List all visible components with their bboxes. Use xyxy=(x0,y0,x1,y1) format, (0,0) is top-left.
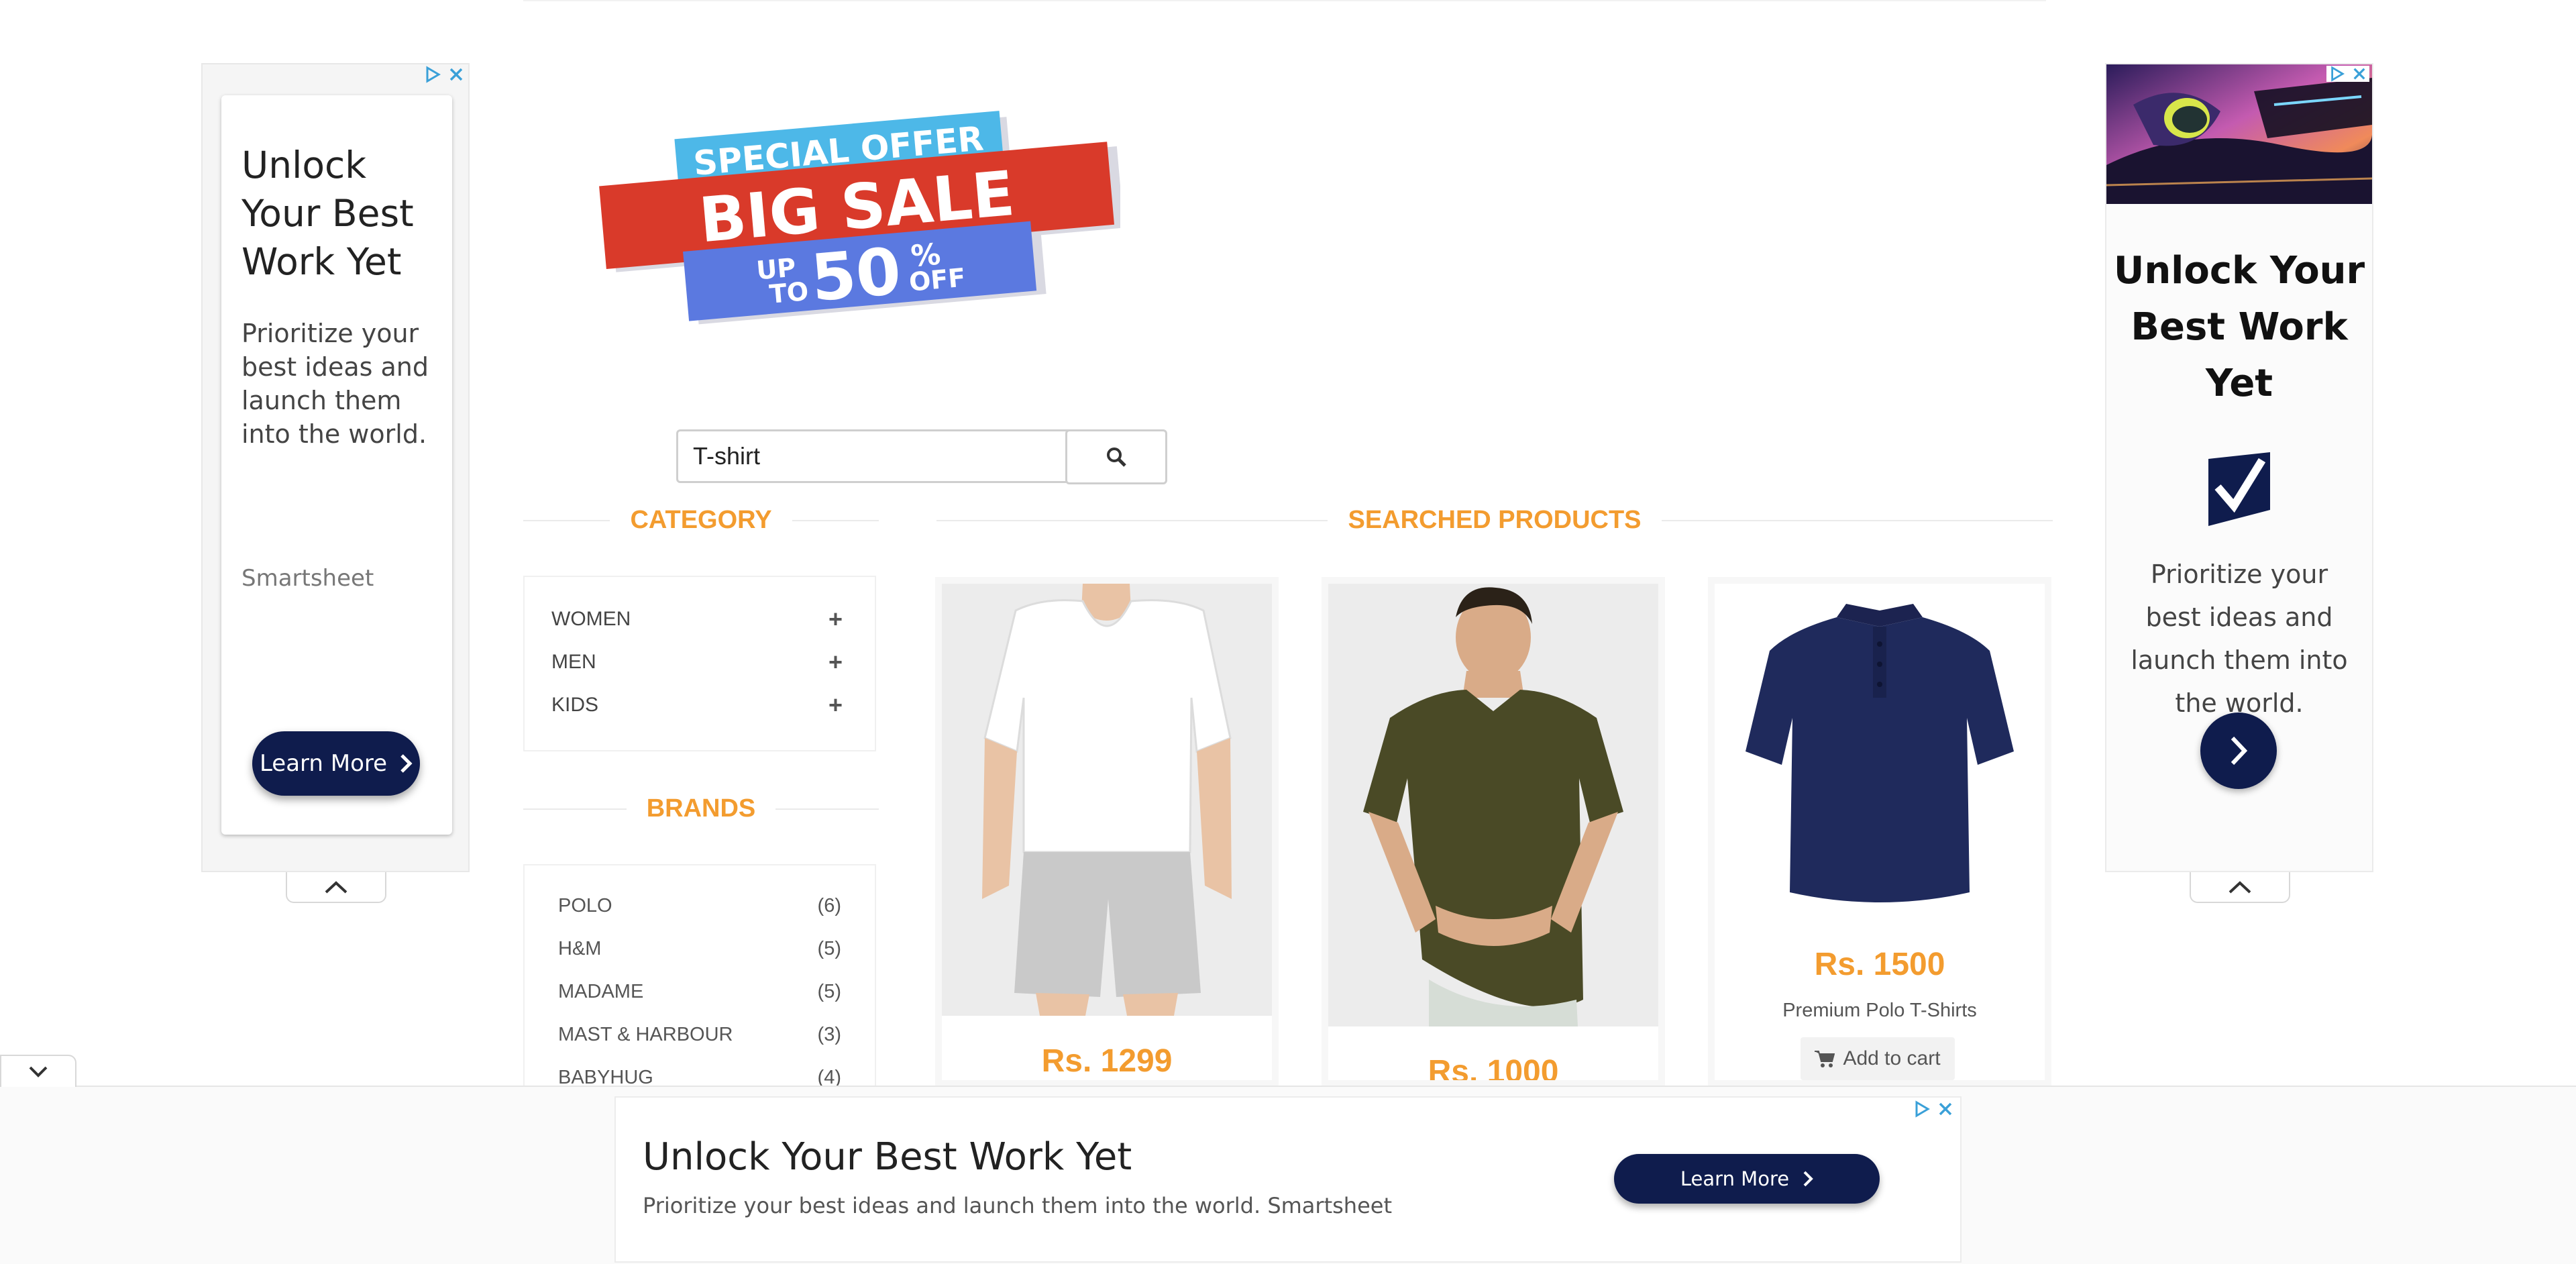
product-price: Rs. 1000 xyxy=(1428,1054,1559,1087)
brand-label: MADAME xyxy=(558,981,644,1002)
product-card[interactable]: Rs. 1000 xyxy=(1322,577,1665,1087)
add-to-cart-label: Add to cart xyxy=(1843,1047,1941,1069)
category-heading-label: CATEGORY xyxy=(630,506,772,534)
chevron-up-icon xyxy=(2229,881,2251,894)
ad-next-button[interactable] xyxy=(2200,713,2277,789)
plus-icon[interactable]: + xyxy=(828,648,843,676)
brand-label: H&M xyxy=(558,938,602,959)
smartsheet-logo-icon xyxy=(2208,452,2270,529)
category-label: KIDS xyxy=(551,694,599,716)
ad-choices[interactable] xyxy=(424,66,464,83)
category-item-women[interactable]: WOMEN + xyxy=(551,605,843,633)
brand-label: POLO xyxy=(558,895,612,916)
ad-choices[interactable] xyxy=(2326,66,2369,82)
learn-more-label: Learn More xyxy=(1680,1167,1790,1190)
ad-headline: Unlock Your Best Work Yet xyxy=(241,144,414,283)
brand-item-madame[interactable]: MADAME (5) xyxy=(558,981,841,1003)
top-divider xyxy=(523,0,2046,1)
brand-count: (6) xyxy=(817,895,841,916)
category-label: MEN xyxy=(551,651,596,673)
product-card[interactable]: Rs. 1500 Premium Polo T-Shirts Add to ca… xyxy=(1708,577,2051,1087)
search-input[interactable] xyxy=(676,429,1072,483)
category-item-kids[interactable]: KIDS + xyxy=(551,691,843,719)
sale-banner: SPECIAL OFFER BIG SALE UP TO 50 % OFF xyxy=(597,107,1124,349)
category-panel: WOMEN + MEN + KIDS + xyxy=(523,576,876,751)
ad-body: Prioritize your best ideas and launch th… xyxy=(241,319,429,449)
adchoices-icon[interactable] xyxy=(2329,66,2345,82)
chevron-right-icon xyxy=(2231,736,2248,766)
brand-count: (3) xyxy=(817,1024,841,1045)
brands-heading: BRANDS xyxy=(523,794,879,823)
brands-panel: POLO (6) H&M (5) MADAME (5) MAST & HARBO… xyxy=(523,864,876,1092)
ad-choices[interactable] xyxy=(1913,1100,1953,1118)
add-to-cart-button[interactable]: Add to cart xyxy=(1801,1037,1955,1080)
cart-icon xyxy=(1815,1051,1835,1067)
product-price: Rs. 1500 xyxy=(1814,947,1945,982)
category-label: WOMEN xyxy=(551,608,631,630)
close-icon[interactable] xyxy=(448,66,464,83)
brand-item-mast-harbour[interactable]: MAST & HARBOUR (3) xyxy=(558,1024,841,1046)
category-heading: CATEGORY xyxy=(523,506,879,535)
brand-label: MAST & HARBOUR xyxy=(558,1024,733,1045)
close-icon[interactable] xyxy=(2352,66,2367,81)
adchoices-icon[interactable] xyxy=(1913,1100,1931,1118)
chevron-right-icon xyxy=(400,754,413,773)
ad-hero-image[interactable] xyxy=(2106,64,2372,204)
collapse-ad-tab[interactable] xyxy=(286,872,386,903)
product-image[interactable] xyxy=(1715,584,2045,912)
search-button[interactable] xyxy=(1065,429,1167,484)
product-name: Premium Polo T-Shirts xyxy=(1782,1000,1977,1021)
brand-item-hm[interactable]: H&M (5) xyxy=(558,938,841,960)
chevron-up-icon xyxy=(325,881,347,894)
close-icon[interactable] xyxy=(1937,1101,1953,1117)
ad-card[interactable]: Unlock Your Best Work Yet Prioritize you… xyxy=(221,95,452,835)
brand-count: (5) xyxy=(817,938,841,959)
learn-more-button[interactable]: Learn More xyxy=(1614,1154,1880,1204)
product-image[interactable] xyxy=(942,584,1272,1016)
search-icon xyxy=(1107,447,1126,467)
product-image[interactable] xyxy=(1328,584,1658,1026)
brand-item-polo[interactable]: POLO (6) xyxy=(558,895,841,917)
plus-icon[interactable]: + xyxy=(828,605,843,633)
searched-products-heading: SEARCHED PRODUCTS xyxy=(936,506,2053,535)
banner-off: OFF xyxy=(908,262,967,297)
chevron-down-icon xyxy=(29,1066,48,1077)
collapse-ad-tab[interactable] xyxy=(2190,872,2290,903)
learn-more-button[interactable]: Learn More xyxy=(252,731,420,796)
chevron-right-icon xyxy=(1803,1171,1813,1187)
banner-to: TO xyxy=(768,276,810,309)
ad-body: Prioritize your best ideas and launch th… xyxy=(643,1193,1392,1218)
brands-heading-label: BRANDS xyxy=(646,794,756,823)
ad-brand: Smartsheet xyxy=(241,565,374,592)
plus-icon[interactable]: + xyxy=(828,691,843,719)
category-item-men[interactable]: MEN + xyxy=(551,648,843,676)
ad-body: Prioritize your best ideas and launch th… xyxy=(2131,560,2348,718)
adchoices-icon[interactable] xyxy=(424,66,441,83)
collapse-anchor-tab[interactable] xyxy=(0,1055,76,1087)
ad-headline: Unlock Your Best Work Yet xyxy=(643,1135,1132,1179)
anchor-ad[interactable]: Unlock Your Best Work Yet Prioritize you… xyxy=(614,1096,1962,1263)
right-skyscraper-ad[interactable]: Unlock Your Best Work Yet Prioritize you… xyxy=(2105,63,2373,872)
brand-count: (5) xyxy=(817,981,841,1002)
left-skyscraper-ad[interactable]: Unlock Your Best Work Yet Prioritize you… xyxy=(201,63,470,872)
banner-percent: 50 xyxy=(808,233,904,316)
ad-headline: Unlock Your Best Work Yet xyxy=(2113,249,2365,405)
searched-products-label: SEARCHED PRODUCTS xyxy=(1348,506,1642,534)
product-card[interactable]: Rs. 1299 xyxy=(935,577,1279,1087)
learn-more-label: Learn More xyxy=(259,750,388,777)
product-price: Rs. 1299 xyxy=(1041,1043,1173,1079)
